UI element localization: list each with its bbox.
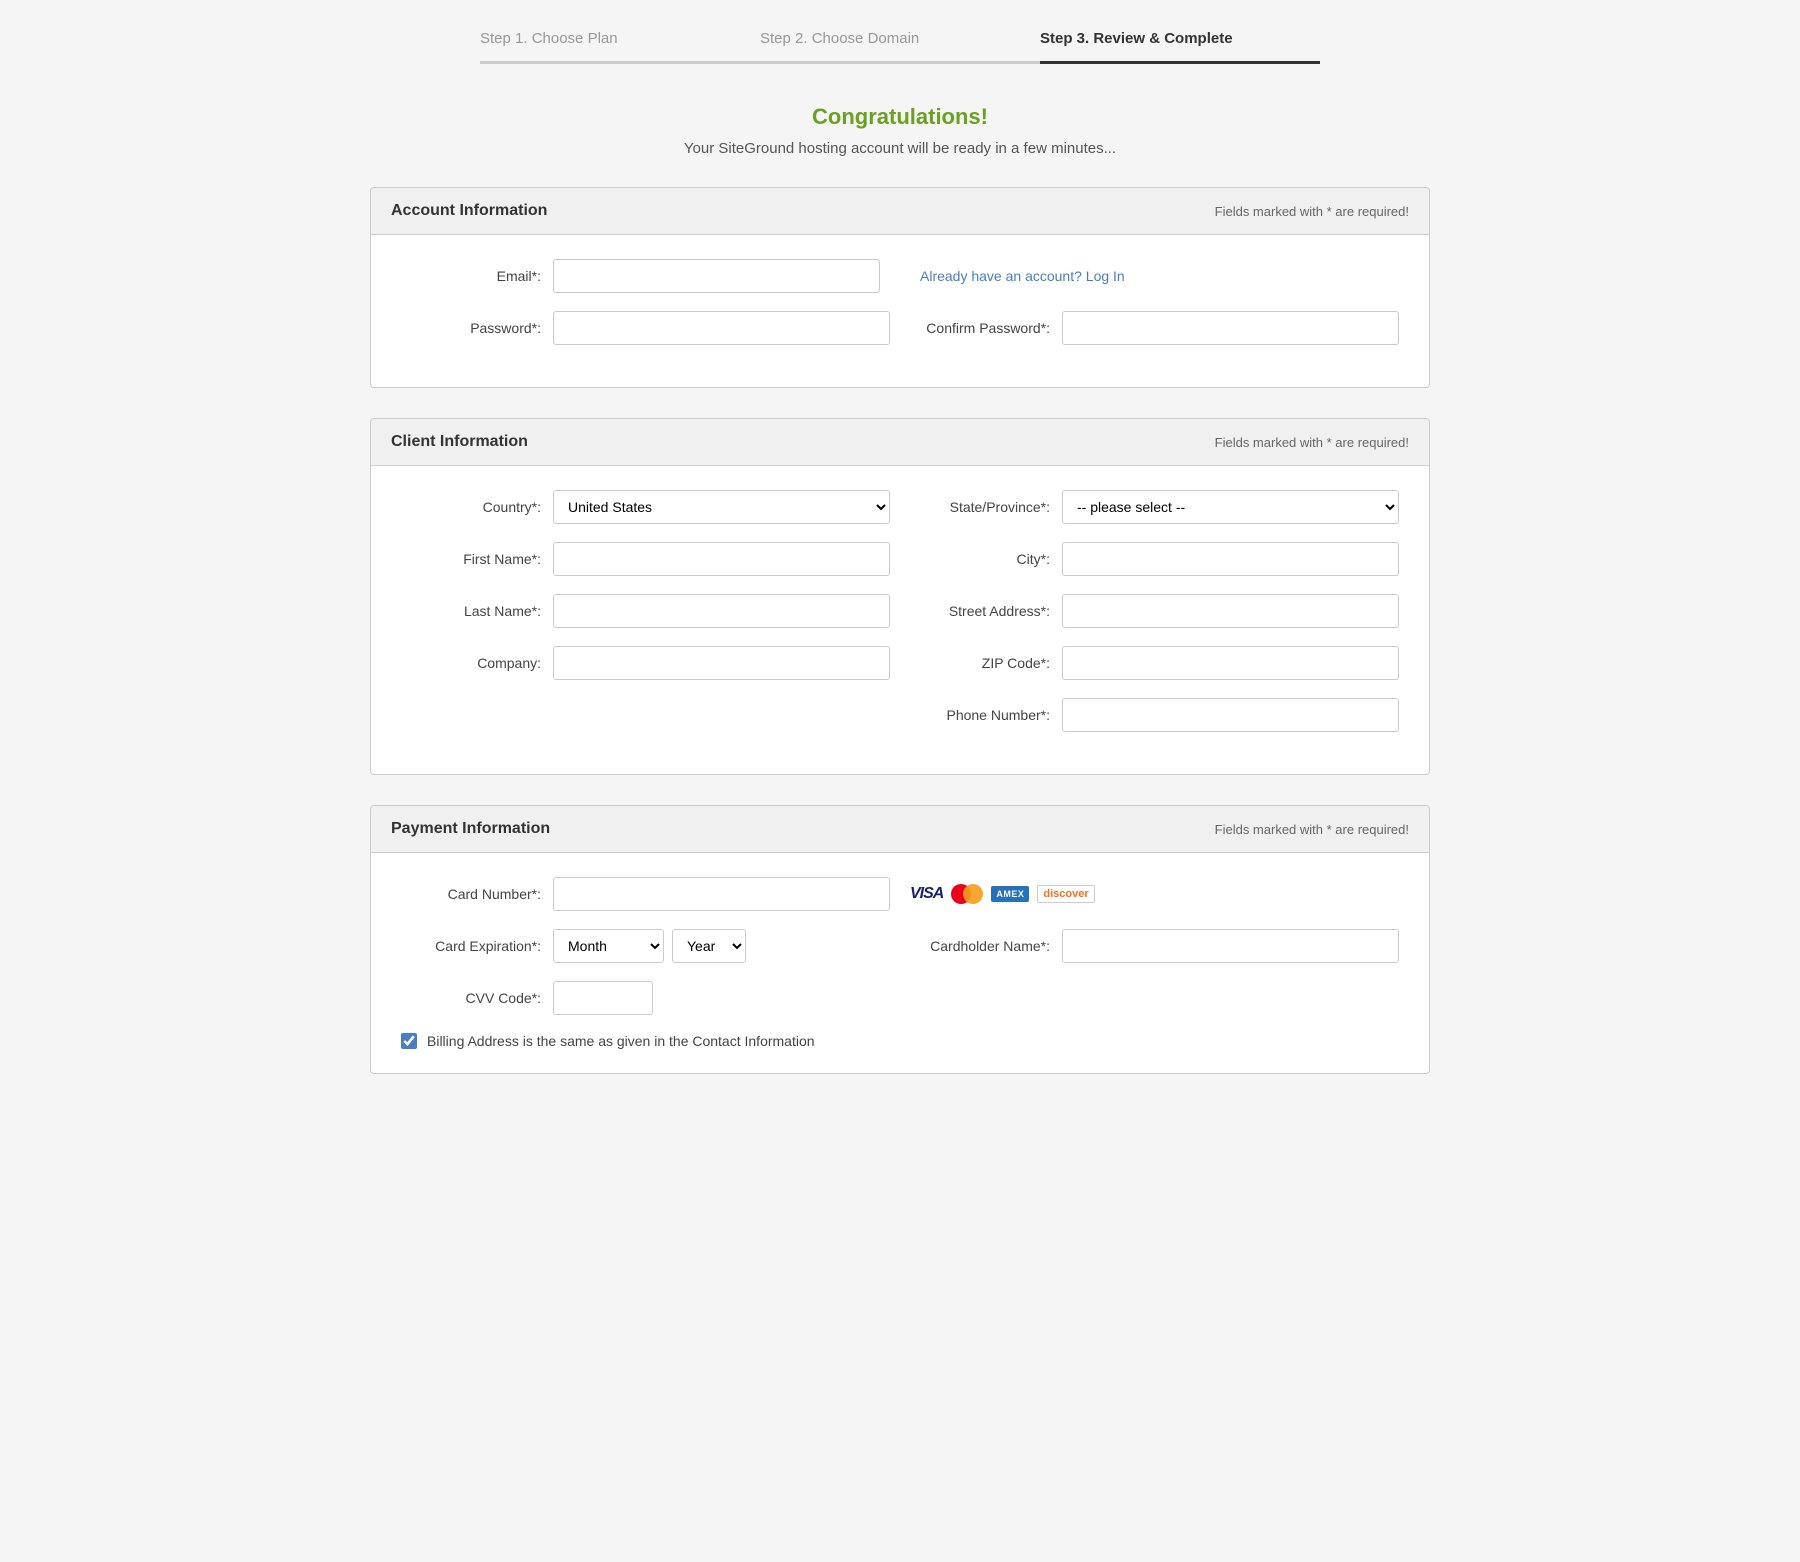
country-col: Country*: United States	[401, 490, 890, 524]
account-section-body: Email*: Already have an account? Log In …	[371, 235, 1429, 387]
company-label: Company:	[401, 655, 541, 671]
expiry-col: Card Expiration*: MonthJanuaryFebruaryMa…	[401, 929, 890, 963]
discover-icon: discover	[1037, 885, 1094, 903]
country-label: Country*:	[401, 499, 541, 515]
confirm-password-col: Confirm Password*:	[910, 311, 1399, 345]
email-row: Email*: Already have an account? Log In	[401, 259, 1399, 293]
cvv-input[interactable]	[553, 981, 653, 1015]
lastname-col: Last Name*:	[401, 594, 890, 628]
password-input[interactable]	[553, 311, 890, 345]
payment-section-body: Card Number*: VISA AMEX discover	[371, 853, 1429, 1073]
phone-row: Phone Number*:	[401, 698, 1399, 732]
year-select[interactable]: Year202420252026202720282029203020312032…	[672, 929, 746, 963]
expiry-label: Card Expiration*:	[401, 938, 541, 954]
state-label: State/Province*:	[910, 499, 1050, 515]
state-select[interactable]: -- please select --	[1062, 490, 1399, 524]
login-link-col: Already have an account? Log In	[900, 268, 1399, 284]
cardholder-col: Cardholder Name*:	[910, 929, 1399, 963]
firstname-city-row: First Name*: City*:	[401, 542, 1399, 576]
zip-label: ZIP Code*:	[910, 655, 1050, 671]
lastname-street-row: Last Name*: Street Address*:	[401, 594, 1399, 628]
login-link[interactable]: Already have an account? Log In	[920, 268, 1125, 284]
company-col: Company:	[401, 646, 890, 680]
congrats-title: Congratulations!	[370, 104, 1430, 130]
country-state-row: Country*: United States State/Province*:…	[401, 490, 1399, 524]
step-2-label: Step 2. Choose Domain	[760, 30, 919, 53]
account-section-note: Fields marked with * are required!	[1215, 204, 1409, 219]
step-1-label: Step 1. Choose Plan	[480, 30, 618, 53]
state-col: State/Province*: -- please select --	[910, 490, 1399, 524]
confirm-password-label: Confirm Password*:	[910, 320, 1050, 336]
password-row: Password*: Confirm Password*:	[401, 311, 1399, 345]
city-input[interactable]	[1062, 542, 1399, 576]
lastname-input[interactable]	[553, 594, 890, 628]
cvv-col: CVV Code*:	[401, 981, 890, 1015]
payment-section-note: Fields marked with * are required!	[1215, 822, 1409, 837]
firstname-label: First Name*:	[401, 551, 541, 567]
mastercard-icon	[951, 884, 983, 904]
password-label: Password*:	[401, 320, 541, 336]
billing-checkbox-label: Billing Address is the same as given in …	[427, 1033, 815, 1049]
payment-section: Payment Information Fields marked with *…	[370, 805, 1430, 1074]
step-2: Step 2. Choose Domain	[760, 30, 1040, 64]
page-wrapper: Step 1. Choose Plan Step 2. Choose Domai…	[350, 0, 1450, 1164]
password-col: Password*:	[401, 311, 890, 345]
street-input[interactable]	[1062, 594, 1399, 628]
billing-checkbox-row: Billing Address is the same as given in …	[401, 1033, 1399, 1049]
card-icons-col: VISA AMEX discover	[910, 884, 1399, 904]
phone-col: Phone Number*:	[910, 698, 1399, 732]
firstname-col: First Name*:	[401, 542, 890, 576]
confirm-password-input[interactable]	[1062, 311, 1399, 345]
zip-input[interactable]	[1062, 646, 1399, 680]
visa-icon: VISA	[910, 885, 943, 903]
card-number-label: Card Number*:	[401, 886, 541, 902]
phone-label: Phone Number*:	[910, 707, 1050, 723]
amex-icon: AMEX	[991, 886, 1029, 902]
phone-input[interactable]	[1062, 698, 1399, 732]
expiry-cardholder-row: Card Expiration*: MonthJanuaryFebruaryMa…	[401, 929, 1399, 963]
firstname-input[interactable]	[553, 542, 890, 576]
client-section-header: Client Information Fields marked with * …	[371, 419, 1429, 466]
street-label: Street Address*:	[910, 603, 1050, 619]
lastname-label: Last Name*:	[401, 603, 541, 619]
card-number-col: Card Number*:	[401, 877, 890, 911]
account-section-header: Account Information Fields marked with *…	[371, 188, 1429, 235]
email-input[interactable]	[553, 259, 880, 293]
company-zip-row: Company: ZIP Code*:	[401, 646, 1399, 680]
city-col: City*:	[910, 542, 1399, 576]
zip-col: ZIP Code*:	[910, 646, 1399, 680]
country-select[interactable]: United States	[553, 490, 890, 524]
congrats-subtitle: Your SiteGround hosting account will be …	[370, 140, 1430, 157]
cardholder-label: Cardholder Name*:	[910, 938, 1050, 954]
client-section: Client Information Fields marked with * …	[370, 418, 1430, 775]
client-section-body: Country*: United States State/Province*:…	[371, 466, 1429, 774]
payment-section-title: Payment Information	[391, 820, 550, 838]
account-section: Account Information Fields marked with *…	[370, 187, 1430, 388]
client-section-title: Client Information	[391, 433, 528, 451]
month-select[interactable]: MonthJanuaryFebruaryMarchAprilMayJuneJul…	[553, 929, 664, 963]
client-section-note: Fields marked with * are required!	[1215, 435, 1409, 450]
city-label: City*:	[910, 551, 1050, 567]
step-3-label: Step 3. Review & Complete	[1040, 30, 1233, 53]
email-col: Email*:	[401, 259, 880, 293]
step-3: Step 3. Review & Complete	[1040, 30, 1320, 64]
card-number-row: Card Number*: VISA AMEX discover	[401, 877, 1399, 911]
expiry-selects: MonthJanuaryFebruaryMarchAprilMayJuneJul…	[553, 929, 746, 963]
cvv-row: CVV Code*:	[401, 981, 1399, 1015]
steps-nav: Step 1. Choose Plan Step 2. Choose Domai…	[370, 30, 1430, 64]
step-1: Step 1. Choose Plan	[480, 30, 760, 64]
account-section-title: Account Information	[391, 202, 547, 220]
cvv-label: CVV Code*:	[401, 990, 541, 1006]
payment-section-header: Payment Information Fields marked with *…	[371, 806, 1429, 853]
billing-checkbox[interactable]	[401, 1033, 417, 1049]
card-number-input[interactable]	[553, 877, 890, 911]
street-col: Street Address*:	[910, 594, 1399, 628]
cardholder-input[interactable]	[1062, 929, 1399, 963]
company-input[interactable]	[553, 646, 890, 680]
email-label: Email*:	[401, 268, 541, 284]
